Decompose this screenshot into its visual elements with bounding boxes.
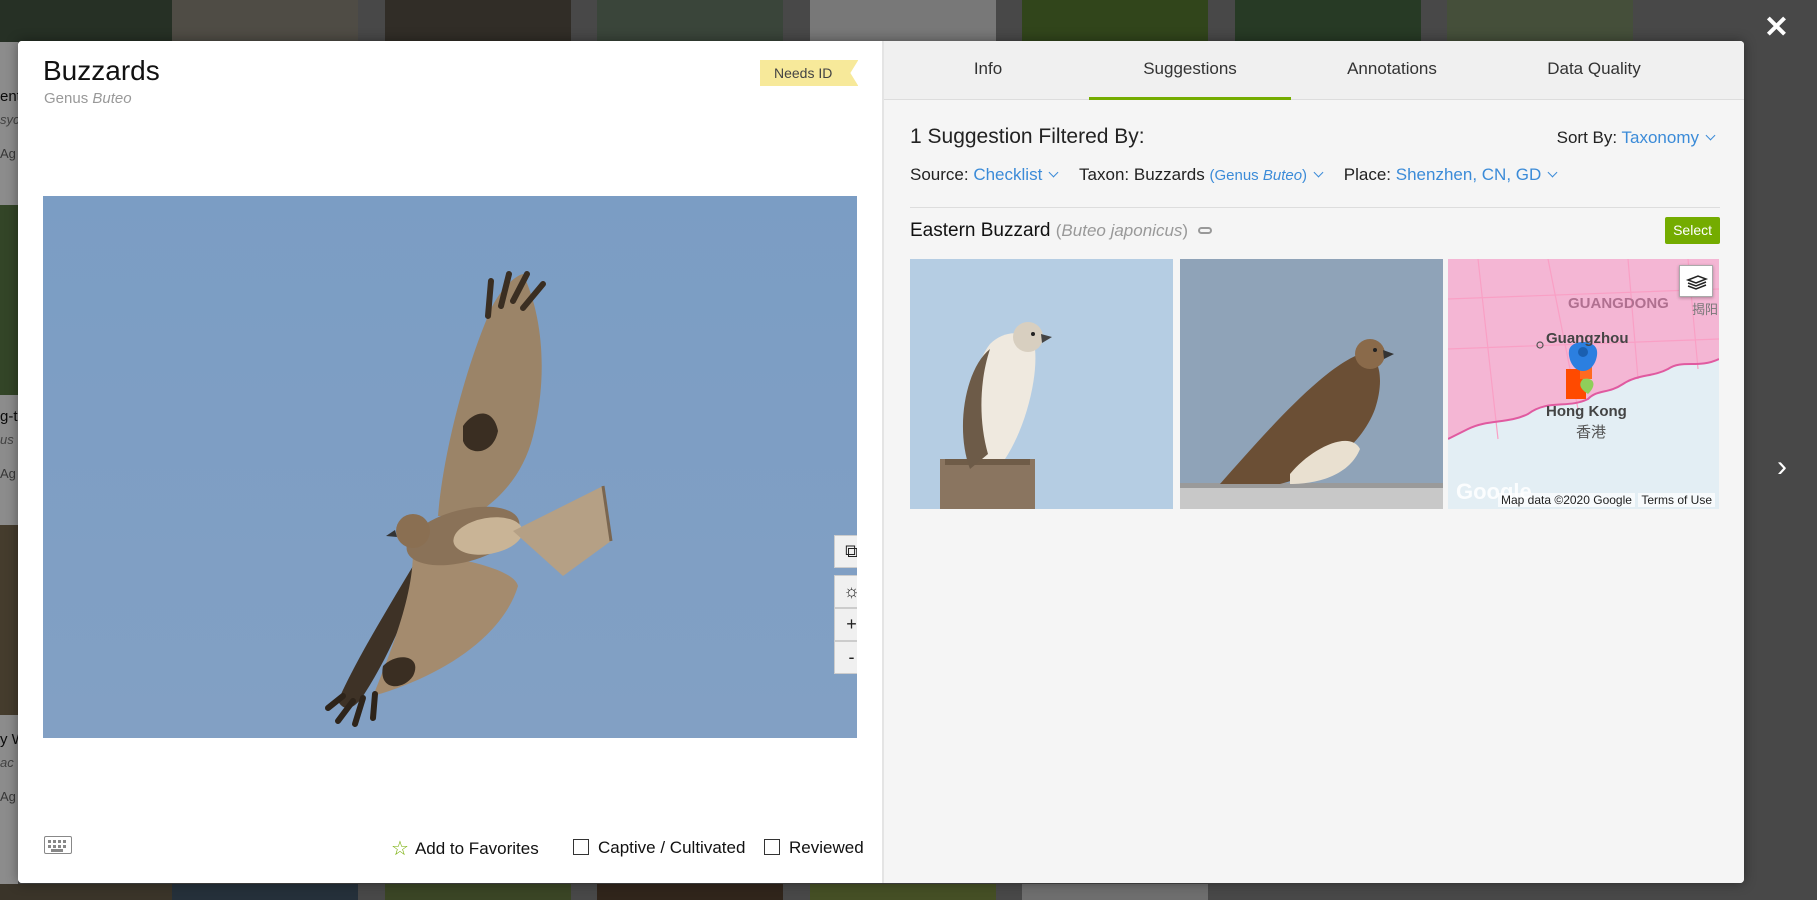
zoom-in-button[interactable]: + [834,608,857,641]
map-label: Guangzhou [1546,330,1629,347]
tab-data-quality[interactable]: Data Quality [1493,41,1695,100]
checkbox-box[interactable] [764,839,780,855]
zoom-out-button[interactable]: - [834,641,857,674]
observation-subtitle: Genus Buteo [44,90,132,107]
observation-modal: Buzzards Genus Buteo Needs ID ⧉ ☼ + - ☆ … [18,41,1744,883]
taxon-scientific-name: Buteo [92,90,132,107]
suggestion-sci-paren: (Buteo japonicus) [1055,221,1189,240]
details-pane: Info Suggestions Annotations Data Qualit… [882,41,1744,883]
taxon-scientific-name: Buteo [1262,167,1303,184]
place-filter[interactable]: Place: Shenzhen, CN, GD [1343,165,1558,184]
taxon-rank: Genus [44,90,89,107]
place-label: Place: [1343,165,1392,184]
map-label: 香港 [1576,424,1607,441]
range-map[interactable]: GUANGDONG Guangzhou Hong Kong 香港 揭阳 Goog… [1448,259,1719,509]
source-filter[interactable]: Source: Checklist [910,165,1062,184]
taxon-value[interactable]: Buzzards [1134,165,1205,184]
captive-label: Captive / Cultivated [598,838,746,857]
reviewed-checkbox[interactable]: Reviewed [764,838,864,858]
suggestions-header: 1 Suggestion Filtered By: [910,125,1145,148]
select-button[interactable]: Select [1665,217,1720,244]
star-icon: ☆ [391,838,409,860]
map-label: 揭阳 [1692,302,1719,317]
keyboard-icon[interactable] [44,836,72,854]
close-icon[interactable]: ✕ [1764,12,1789,44]
tab-bar: Info Suggestions Annotations Data Qualit… [884,41,1744,100]
source-label: Source: [910,165,969,184]
suggestion-photo[interactable] [1180,259,1443,509]
checkbox-box[interactable] [573,839,589,855]
suggestion-title[interactable]: Eastern Buzzard (Buteo japonicus) [910,220,1213,242]
add-to-favorites-label: Add to Favorites [414,839,539,858]
map-label: Hong Kong [1546,403,1627,420]
chevron-down-icon [1705,130,1716,141]
link-icon[interactable] [1198,227,1213,234]
chevron-down-icon [1547,167,1558,178]
sort-dropdown[interactable]: Taxonomy [1622,128,1699,147]
chevron-down-icon [1313,167,1324,178]
brightness-icon[interactable]: ☼ [834,575,857,608]
add-to-favorites-button[interactable]: ☆ Add to Favorites [391,836,539,861]
taxon-rank-paren: (Genus Buteo) [1209,167,1308,184]
suggestion-filters: Source: Checklist Taxon: Buzzards (Genus… [910,165,1573,185]
tab-suggestions[interactable]: Suggestions [1089,41,1291,100]
observation-title[interactable]: Buzzards [43,55,160,87]
taxon-label: Taxon: [1079,165,1130,184]
captive-checkbox[interactable]: Captive / Cultivated [573,838,745,858]
taxon-filter[interactable]: Taxon: Buzzards (Genus Buteo) [1079,165,1327,184]
sort-label: Sort By: [1556,128,1618,147]
suggestion-common-name[interactable]: Eastern Buzzard [910,220,1050,241]
chevron-right-icon[interactable]: › [1777,450,1787,484]
observation-pane: Buzzards Genus Buteo Needs ID ⧉ ☼ + - ☆ … [18,41,882,883]
place-dropdown[interactable]: Shenzhen, CN, GD [1396,165,1542,184]
source-dropdown[interactable]: Checklist [973,165,1042,184]
layers-icon[interactable] [1679,265,1713,297]
suggestion-photo[interactable] [910,259,1173,509]
tab-annotations[interactable]: Annotations [1291,41,1493,100]
map-terms-link[interactable]: Terms of Use [1638,493,1715,507]
suggestion-scientific-name: Buteo japonicus [1061,221,1183,240]
chevron-down-icon [1048,167,1059,178]
quality-grade-badge: Needs ID [760,60,858,86]
map-label: GUANGDONG [1568,295,1669,312]
map-attribution: Map data ©2020 Google [1498,493,1635,507]
divider [910,207,1720,208]
reviewed-label: Reviewed [789,838,864,857]
observation-photo[interactable]: ⧉ ☼ + - [43,196,857,738]
taxon-rank: Genus [1214,167,1259,184]
tab-info[interactable]: Info [887,41,1089,100]
external-link-icon[interactable]: ⧉ [834,535,857,568]
sort-control[interactable]: Sort By: Taxonomy [1556,128,1716,148]
